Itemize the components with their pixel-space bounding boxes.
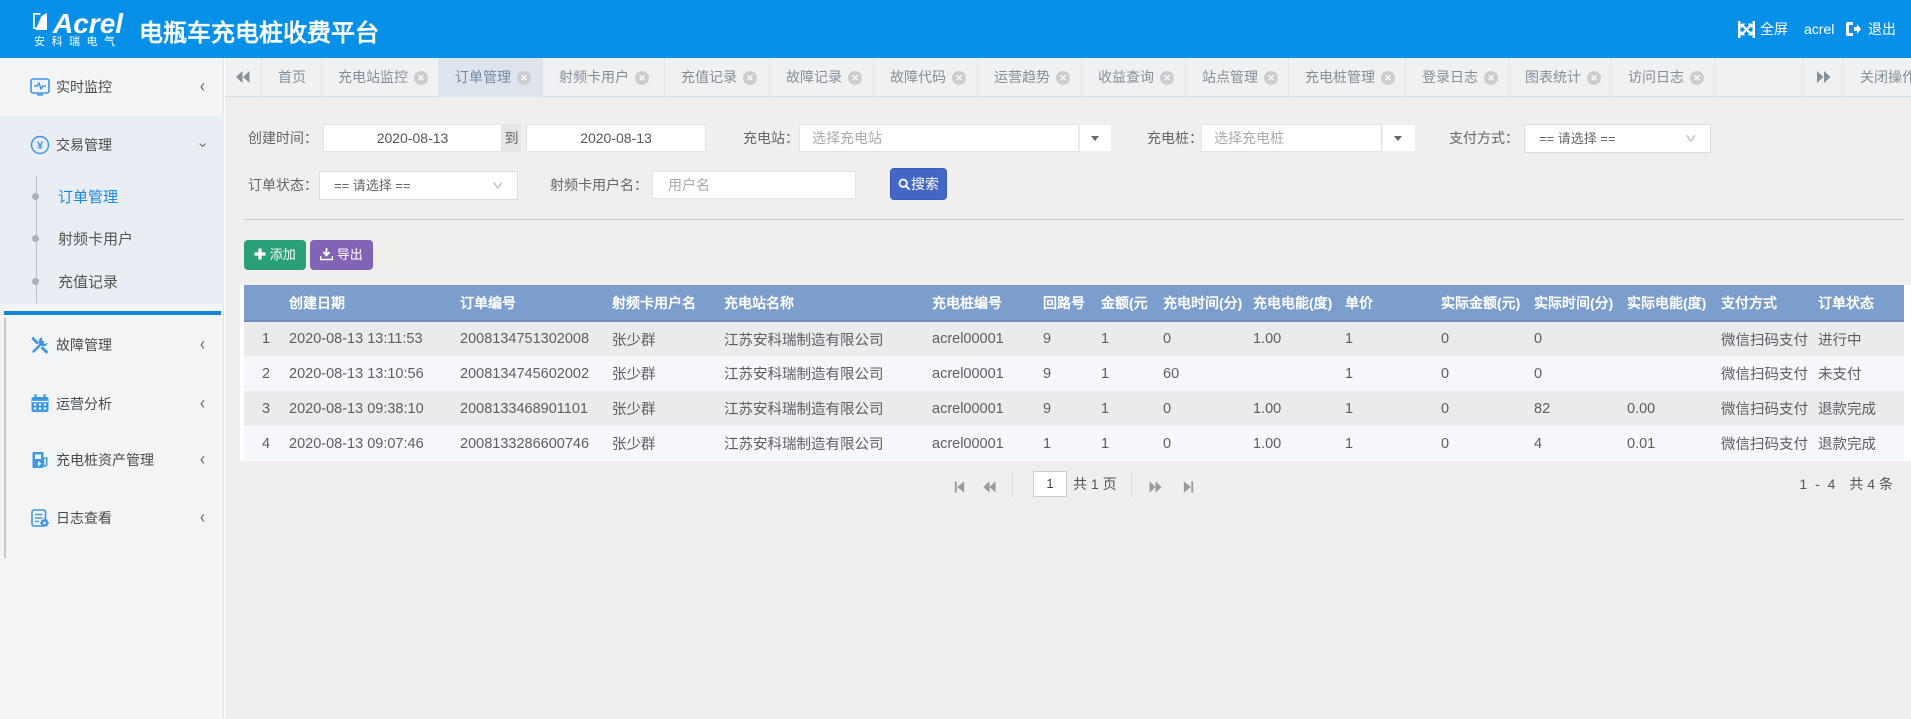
svg-text:¥: ¥ bbox=[37, 140, 44, 152]
